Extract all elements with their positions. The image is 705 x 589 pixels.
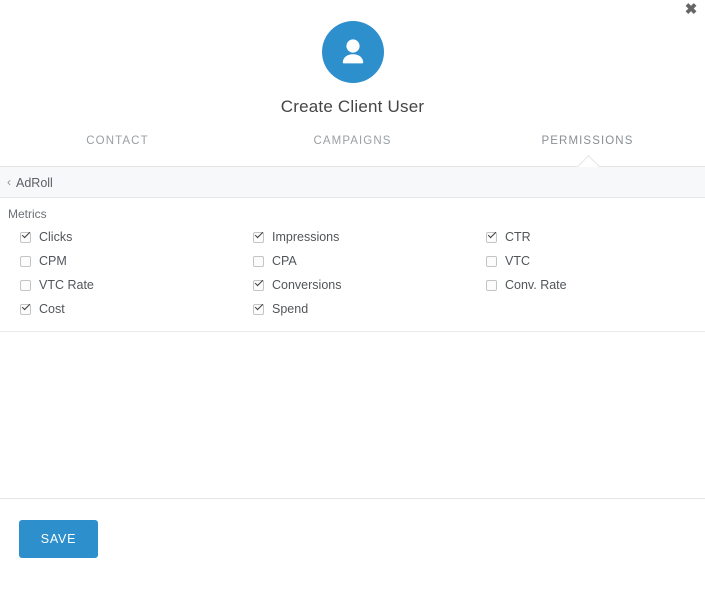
checkbox-cpa[interactable] bbox=[253, 255, 264, 267]
metric-label-vtc-rate[interactable]: VTC Rate bbox=[39, 278, 94, 292]
avatar bbox=[321, 21, 384, 83]
save-button[interactable]: SAVE bbox=[19, 520, 98, 558]
metric-row: Spend bbox=[253, 297, 486, 321]
back-chevron-icon: ‹ bbox=[7, 175, 11, 189]
metric-row: Conv. Rate bbox=[486, 273, 567, 297]
tab-campaigns[interactable]: CAMPAIGNS bbox=[235, 133, 470, 166]
metric-label-conv-rate[interactable]: Conv. Rate bbox=[505, 278, 567, 292]
checkbox-cost[interactable] bbox=[20, 303, 31, 315]
metric-label-conversions[interactable]: Conversions bbox=[272, 278, 341, 292]
active-tab-caret-icon bbox=[575, 154, 601, 167]
checkbox-conversions[interactable] bbox=[253, 279, 264, 291]
tab-permissions-label: PERMISSIONS bbox=[541, 135, 634, 147]
tab-contact[interactable]: CONTACT bbox=[0, 133, 235, 166]
metrics-columns: Clicks CPM VTC Rate Cost Impressions CPA… bbox=[0, 225, 705, 321]
checkbox-vtc-rate[interactable] bbox=[20, 279, 31, 291]
metric-row: Cost bbox=[20, 297, 253, 321]
checkbox-clicks[interactable] bbox=[20, 231, 31, 243]
metric-label-cpm[interactable]: CPM bbox=[39, 254, 67, 268]
modal-header: Create Client User bbox=[0, 0, 705, 117]
page-title: Create Client User bbox=[280, 97, 425, 116]
metric-row: Impressions bbox=[253, 225, 486, 249]
metric-label-cost[interactable]: Cost bbox=[39, 302, 65, 316]
metric-label-clicks[interactable]: Clicks bbox=[39, 230, 72, 244]
tab-permissions[interactable]: PERMISSIONS bbox=[470, 133, 705, 166]
metric-row: CPA bbox=[253, 249, 486, 273]
breadcrumb-label: AdRoll bbox=[16, 176, 53, 190]
checkbox-vtc[interactable] bbox=[486, 255, 497, 267]
metric-row: CPM bbox=[20, 249, 253, 273]
metric-label-cpa[interactable]: CPA bbox=[272, 254, 297, 268]
metrics-column-3: CTR VTC Conv. Rate bbox=[486, 225, 567, 321]
metric-label-vtc[interactable]: VTC bbox=[505, 254, 530, 268]
close-button[interactable]: ✖ bbox=[681, 0, 701, 20]
breadcrumb[interactable]: ‹ AdRoll bbox=[0, 167, 705, 198]
metric-row: VTC bbox=[486, 249, 567, 273]
metrics-column-2: Impressions CPA Conversions Spend bbox=[253, 225, 486, 321]
metric-row: VTC Rate bbox=[20, 273, 253, 297]
metric-label-impressions[interactable]: Impressions bbox=[272, 230, 339, 244]
metrics-section-label: Metrics bbox=[8, 207, 47, 221]
metrics-panel: Metrics Clicks CPM VTC Rate Cost Impress… bbox=[0, 198, 705, 332]
checkbox-ctr[interactable] bbox=[486, 231, 497, 243]
metric-label-ctr[interactable]: CTR bbox=[505, 230, 531, 244]
checkbox-impressions[interactable] bbox=[253, 231, 264, 243]
modal-footer: SAVE bbox=[0, 498, 705, 558]
metric-row: CTR bbox=[486, 225, 567, 249]
metrics-column-1: Clicks CPM VTC Rate Cost bbox=[20, 225, 253, 321]
checkbox-spend[interactable] bbox=[253, 303, 264, 315]
checkbox-conv-rate[interactable] bbox=[486, 279, 497, 291]
close-icon: ✖ bbox=[684, 1, 698, 18]
empty-content-area bbox=[0, 332, 705, 498]
metric-row: Clicks bbox=[20, 225, 253, 249]
tab-campaigns-label: CAMPAIGNS bbox=[313, 135, 392, 147]
tab-bar: CONTACT CAMPAIGNS PERMISSIONS bbox=[0, 133, 705, 167]
checkbox-cpm[interactable] bbox=[20, 255, 31, 267]
user-avatar-icon bbox=[342, 39, 363, 64]
metric-label-spend[interactable]: Spend bbox=[272, 302, 308, 316]
tab-contact-label: CONTACT bbox=[86, 135, 149, 147]
metric-row: Conversions bbox=[253, 273, 486, 297]
